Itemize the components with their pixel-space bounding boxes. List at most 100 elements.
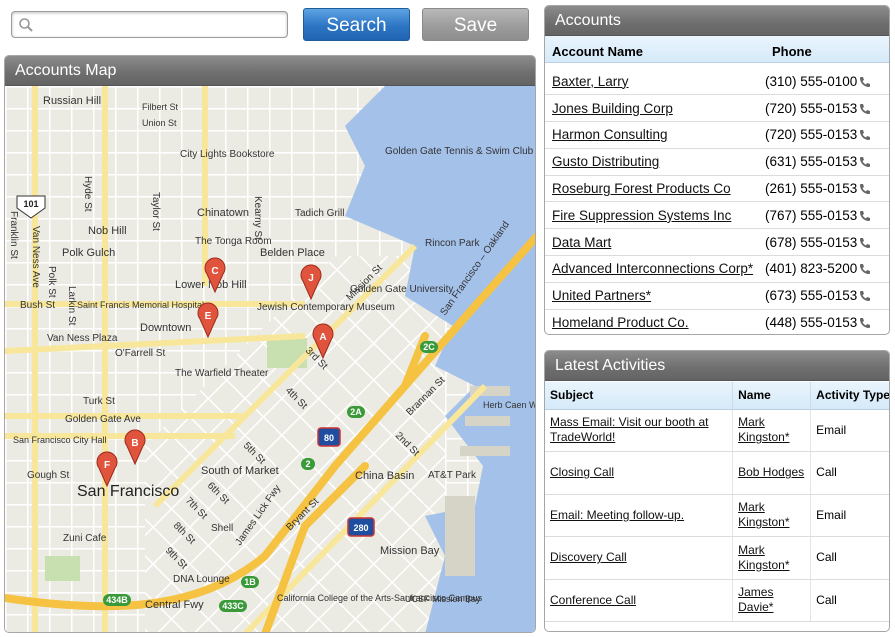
activity-subject-link[interactable]: Conference Call [550, 593, 636, 607]
account-name-cell: Roseburg Forest Products Co [545, 175, 765, 203]
column-header-activity-type[interactable]: Activity Type [810, 382, 889, 410]
account-link[interactable]: Homeland Product Co. [552, 315, 689, 330]
account-link[interactable]: Jones Building Corp [552, 101, 673, 116]
map-label: Zuni Cafe [63, 533, 107, 544]
activity-contact-link[interactable]: Mark Kingston* [738, 543, 789, 572]
search-button[interactable]: Search [303, 8, 410, 41]
account-link[interactable]: Roseburg Forest Products Co [552, 181, 731, 196]
accounts-map-panel: Accounts Map Russian Hill Filbert St Uni… [4, 55, 536, 633]
exit-2c-badge: 2C [420, 341, 438, 353]
map-label: San Francisco City Hall [13, 435, 107, 445]
exit-1b-badge: 1B [241, 576, 259, 588]
account-link[interactable]: Harmon Consulting [552, 127, 668, 142]
activity-subject-link[interactable]: Discovery Call [550, 550, 627, 564]
activity-name-cell: James Davie* [732, 579, 812, 622]
account-name-cell: Jones Building Corp [545, 94, 765, 123]
map-label: Central Fwy [145, 599, 204, 611]
phone-cell: (767) 555-0153 [765, 201, 889, 230]
map-canvas[interactable]: Russian Hill Filbert St Union St City Li… [5, 86, 536, 633]
table-row: Baxter, Larry (310) 555-0100 [545, 68, 889, 96]
table-row: Gusto Distributing (631) 555-0153 [545, 148, 889, 176]
account-link[interactable]: Data Mart [552, 235, 611, 250]
table-row: Fire Suppression Systems Inc (767) 555-01… [545, 201, 889, 230]
svg-text:2C: 2C [423, 342, 435, 352]
map-label: Larkin St [66, 286, 77, 326]
map-label: Polk Gulch [62, 247, 115, 259]
activity-subject-link[interactable]: Email: Meeting follow-up. [550, 508, 684, 522]
map-label: Tadich Grill [295, 208, 344, 219]
table-row: Harmon Consulting (720) 555-0153 [545, 121, 889, 149]
column-header-name[interactable]: Name [732, 382, 812, 410]
phone-cell: (720) 555-0153 [765, 121, 889, 149]
exit-2-badge: 2 [301, 458, 315, 470]
account-name-cell: Homeland Product Co. [545, 309, 765, 334]
phone-icon[interactable] [859, 290, 871, 302]
search-field[interactable] [11, 11, 288, 38]
account-link[interactable]: Fire Suppression Systems Inc [552, 208, 731, 223]
map-label: Golden Gate Ave [65, 414, 141, 425]
map-label: Golden Gate Tennis & Swim Club [385, 146, 534, 157]
map-label: O'Farrell St [115, 348, 165, 359]
phone-number: (631) 555-0153 [765, 154, 858, 170]
map-label: Polk St [46, 266, 57, 298]
phone-icon[interactable] [859, 129, 871, 141]
map-label: Rincon Park [425, 238, 480, 249]
phone-icon[interactable] [859, 317, 871, 329]
account-link[interactable]: Gusto Distributing [552, 154, 659, 169]
phone-icon[interactable] [859, 210, 871, 222]
map-panel-title: Accounts Map [5, 56, 535, 86]
activity-subject-cell: Closing Call [545, 451, 734, 495]
interstate-80-shield: 80 [317, 427, 341, 447]
table-row: Email: Meeting follow-up. Mark Kingston* E… [545, 494, 889, 537]
save-button[interactable]: Save [422, 8, 529, 41]
phone-icon[interactable] [859, 103, 871, 115]
phone-number: (720) 555-0153 [765, 100, 858, 116]
activity-subject-cell: Email: Meeting follow-up. [545, 494, 734, 537]
activity-contact-link[interactable]: Mark Kingston* [738, 500, 789, 529]
column-header-subject[interactable]: Subject [545, 382, 734, 410]
account-link[interactable]: United Partners* [552, 288, 651, 303]
activity-contact-link[interactable]: Mark Kingston* [738, 415, 789, 444]
table-row: Discovery Call Mark Kingston* Call [545, 536, 889, 580]
table-row: Mass Email: Visit our booth at TradeWorl… [545, 409, 889, 452]
account-name-cell: United Partners* [545, 282, 765, 310]
phone-icon[interactable] [859, 263, 871, 275]
activity-contact-link[interactable]: Bob Hodges [738, 465, 804, 479]
svg-text:A: A [319, 332, 326, 343]
svg-text:J: J [308, 273, 314, 284]
account-name-cell: Gusto Distributing [545, 148, 765, 176]
column-header-account-name[interactable]: Account Name [552, 44, 643, 59]
svg-text:2A: 2A [350, 407, 362, 417]
map-label: Turk St [83, 396, 115, 407]
map-label: Downtown [140, 322, 191, 334]
phone-icon[interactable] [859, 156, 871, 168]
account-link[interactable]: Baxter, Larry [552, 74, 629, 89]
exit-433c-badge: 433C [219, 600, 247, 612]
account-name-cell: Advanced Interconnections Corp* [545, 255, 765, 283]
svg-text:F: F [104, 460, 110, 471]
activity-subject-link[interactable]: Mass Email: Visit our booth at TradeWorl… [550, 415, 709, 444]
account-link[interactable]: Advanced Interconnections Corp* [552, 261, 753, 276]
accounts-table-header: Account Name Phone [545, 36, 889, 63]
account-name-cell: Baxter, Larry [545, 68, 765, 96]
svg-text:433C: 433C [222, 601, 244, 611]
map-label: Kearny St [252, 196, 263, 240]
map-label: Saint Francis Memorial Hospital [77, 300, 204, 310]
activities-table: Subject Name Activity Type Mass Email: V… [545, 382, 889, 622]
svg-text:1B: 1B [244, 577, 256, 587]
search-input[interactable] [38, 14, 283, 35]
phone-icon[interactable] [859, 183, 871, 195]
phone-icon[interactable] [859, 237, 871, 249]
phone-cell: (631) 555-0153 [765, 148, 889, 176]
activity-contact-link[interactable]: James Davie* [738, 585, 773, 614]
map-label: Franklin St [8, 211, 19, 259]
table-row: Conference Call James Davie* Call [545, 579, 889, 622]
phone-icon[interactable] [859, 76, 871, 88]
phone-number: (720) 555-0153 [765, 127, 858, 143]
map-label: Bush St [20, 300, 55, 311]
svg-text:E: E [205, 311, 212, 322]
map-label: UCSF Mission Bay [405, 594, 481, 604]
phone-number: (678) 555-0153 [765, 234, 858, 250]
activity-subject-link[interactable]: Closing Call [550, 465, 614, 479]
column-header-phone[interactable]: Phone [772, 44, 812, 59]
